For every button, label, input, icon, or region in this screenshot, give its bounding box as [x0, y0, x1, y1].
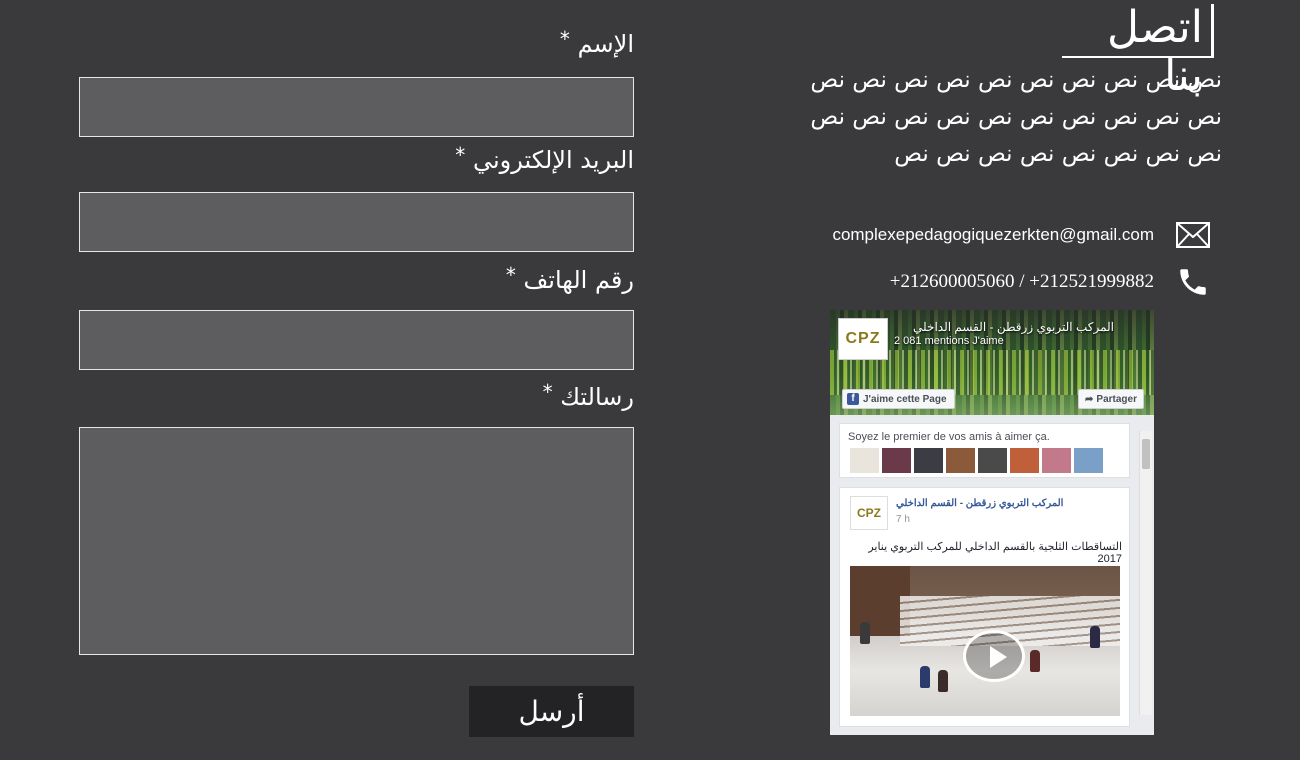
- facebook-post-text: التساقطات الثلجية بالقسم الداخلي للمركب …: [868, 541, 1122, 565]
- facebook-friends-box: Soyez le premier de vos amis à aimer ça.: [839, 423, 1130, 478]
- avatar[interactable]: [1074, 448, 1103, 473]
- facebook-post-time[interactable]: 7 h: [896, 514, 910, 525]
- message-textarea[interactable]: [79, 427, 634, 655]
- share-arrow-icon: ➦: [1085, 393, 1094, 405]
- avatar[interactable]: [1010, 448, 1039, 473]
- facebook-scrollbar[interactable]: [1139, 431, 1152, 715]
- facebook-post-author[interactable]: المركب التربوي زرقطن - القسم الداخلي: [896, 498, 1063, 509]
- contact-title-box: اتصل بنا: [1062, 4, 1214, 100]
- facebook-page-logo[interactable]: CPZ: [838, 318, 888, 360]
- facebook-icon: f: [847, 393, 859, 405]
- email-input[interactable]: [79, 192, 634, 252]
- phone-row: +212600005060 / +212521999882: [890, 265, 1210, 299]
- envelope-icon: [1176, 222, 1210, 248]
- facebook-friend-avatars: [850, 448, 1103, 473]
- avatar[interactable]: [1042, 448, 1071, 473]
- facebook-page-widget[interactable]: CPZ المركب التربوي زرقطن - القسم الداخلي…: [830, 310, 1154, 735]
- phone-input[interactable]: [79, 310, 634, 370]
- required-mark: *: [455, 143, 466, 167]
- facebook-like-page-button[interactable]: f J'aime cette Page: [842, 389, 955, 409]
- email-label: البريد الإلكتروني *: [455, 143, 634, 174]
- facebook-post-video[interactable]: [850, 566, 1120, 716]
- avatar[interactable]: [946, 448, 975, 473]
- phone-icon: [1176, 265, 1210, 299]
- required-mark: *: [559, 27, 570, 51]
- avatar[interactable]: [882, 448, 911, 473]
- name-input[interactable]: [79, 77, 634, 137]
- contact-description: نص نص نص نص نص نص نص نص نص نص نص نص نص ن…: [810, 67, 1222, 167]
- phone-numbers[interactable]: +212600005060 / +212521999882: [890, 271, 1154, 293]
- submit-button[interactable]: أرسل: [469, 686, 634, 737]
- facebook-post: CPZ المركب التربوي زرقطن - القسم الداخلي…: [839, 487, 1130, 727]
- play-icon[interactable]: [963, 630, 1025, 682]
- facebook-post-avatar[interactable]: CPZ: [850, 496, 888, 530]
- required-mark: *: [542, 380, 553, 404]
- email-row: complexepedagogiquezerkten@gmail.com: [832, 222, 1210, 248]
- email-address[interactable]: complexepedagogiquezerkten@gmail.com: [832, 225, 1154, 245]
- avatar[interactable]: [914, 448, 943, 473]
- phone-label: رقم الهاتف *: [505, 263, 634, 294]
- facebook-cover-photo[interactable]: CPZ المركب التربوي زرقطن - القسم الداخلي…: [830, 310, 1154, 415]
- required-mark: *: [505, 263, 516, 287]
- facebook-like-count: 2 081 mentions J'aime: [894, 335, 1004, 347]
- name-label: الإسم *: [559, 27, 634, 58]
- avatar[interactable]: [850, 448, 879, 473]
- facebook-feed: Soyez le premier de vos amis à aimer ça.…: [830, 415, 1154, 735]
- scrollbar-thumb[interactable]: [1142, 439, 1150, 469]
- facebook-friends-text: Soyez le premier de vos amis à aimer ça.: [848, 431, 1050, 443]
- facebook-page-name[interactable]: المركب التربوي زرقطن - القسم الداخلي: [913, 320, 1114, 334]
- facebook-share-button[interactable]: ➦ Partager: [1078, 389, 1144, 409]
- message-label: رسالتك *: [542, 380, 634, 411]
- avatar[interactable]: [978, 448, 1007, 473]
